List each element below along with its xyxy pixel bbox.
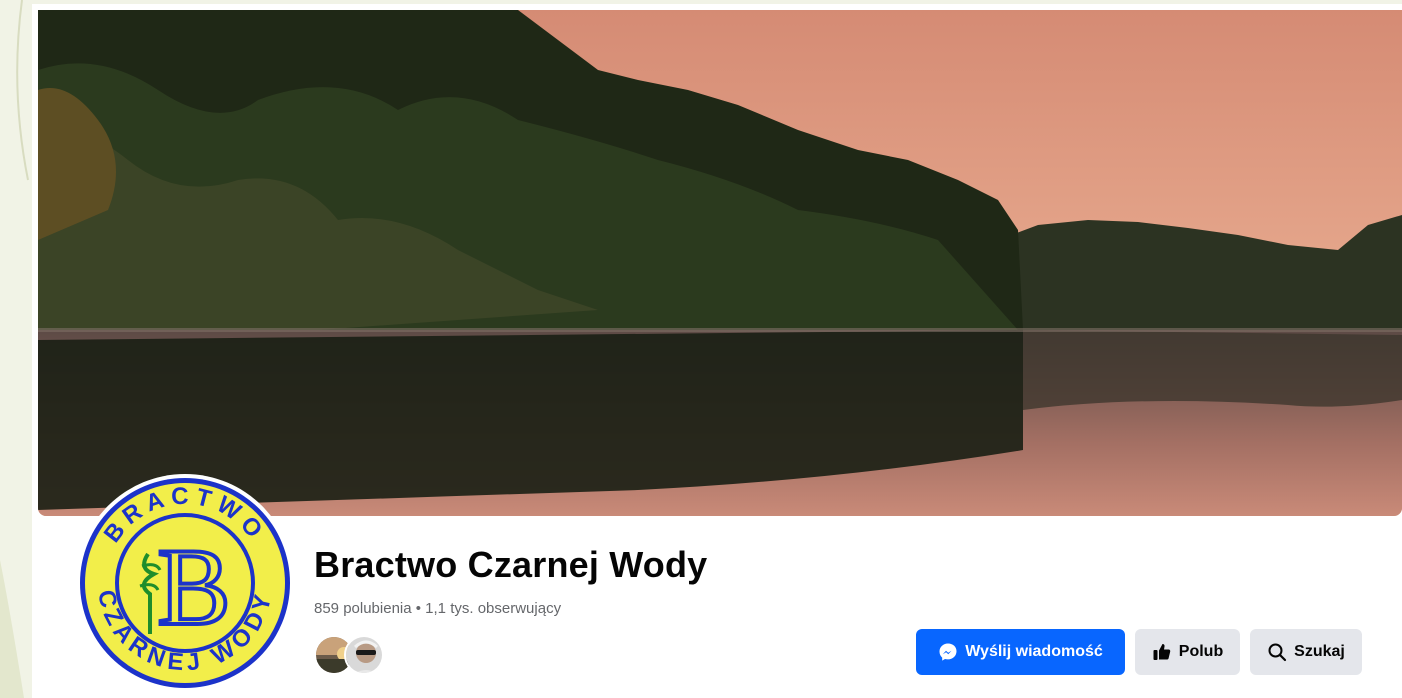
send-message-label: Wyślij wiadomość xyxy=(965,643,1103,660)
search-icon xyxy=(1267,642,1287,662)
page-header-card: BRACTWO CZARNEJ WODY B Bractwo Czarnej W… xyxy=(32,4,1402,698)
thumbs-up-icon xyxy=(1152,642,1172,662)
like-label: Polub xyxy=(1178,643,1224,660)
messenger-icon xyxy=(938,642,958,662)
logo-monogram: B xyxy=(157,526,230,648)
like-button[interactable]: Polub xyxy=(1135,629,1240,675)
friend-avatar[interactable] xyxy=(344,635,384,675)
search-button[interactable]: Szukaj xyxy=(1250,629,1362,675)
cover-photo[interactable] xyxy=(38,10,1402,516)
send-message-button[interactable]: Wyślij wiadomość xyxy=(916,629,1125,675)
search-label: Szukaj xyxy=(1294,643,1345,660)
page-stats[interactable]: 859 polubienia • 1,1 tys. obserwujący xyxy=(314,600,561,617)
page-avatar[interactable]: BRACTWO CZARNEJ WODY B xyxy=(76,474,294,692)
bractwo-logo: BRACTWO CZARNEJ WODY B xyxy=(80,478,290,688)
page-title: Bractwo Czarnej Wody xyxy=(314,544,708,585)
friends-who-like[interactable] xyxy=(314,635,394,677)
